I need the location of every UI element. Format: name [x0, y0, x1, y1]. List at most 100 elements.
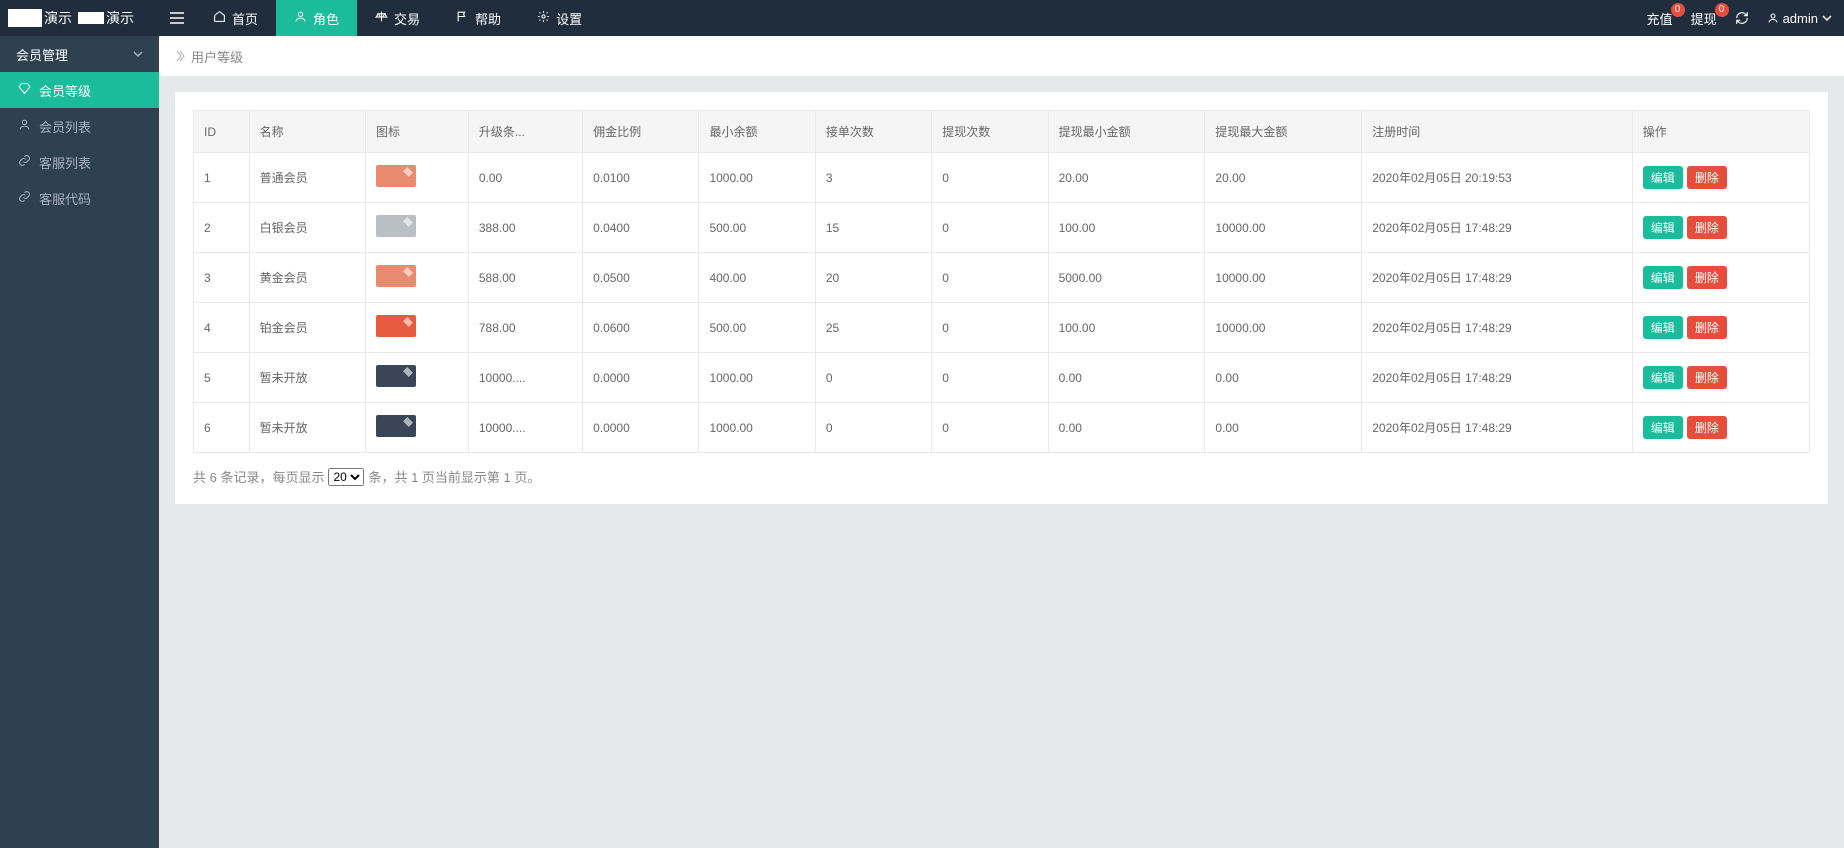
- cell-icon: [366, 303, 469, 353]
- nav-item-1[interactable]: 角色: [276, 0, 357, 36]
- th-8: 提现最小金额: [1048, 111, 1205, 153]
- cell-reg: 2020年02月05日 17:48:29: [1362, 203, 1633, 253]
- cell-actions: 编辑删除: [1632, 203, 1809, 253]
- pager-suffix: 条，共 1 页当前显示第 1 页。: [368, 467, 540, 486]
- level-card-icon: [376, 165, 416, 187]
- cell-reg: 2020年02月05日 17:48:29: [1362, 403, 1633, 453]
- sidebar: 会员管理 会员等级会员列表客服列表客服代码: [0, 36, 159, 848]
- edit-button[interactable]: 编辑: [1643, 316, 1683, 339]
- nav-item-4[interactable]: 设置: [519, 0, 600, 36]
- edit-button[interactable]: 编辑: [1643, 216, 1683, 239]
- delete-button[interactable]: 删除: [1687, 166, 1727, 189]
- edit-button[interactable]: 编辑: [1643, 366, 1683, 389]
- th-9: 提现最大金额: [1205, 111, 1362, 153]
- cell-orders: 25: [815, 303, 931, 353]
- cell-reg: 2020年02月05日 17:48:29: [1362, 253, 1633, 303]
- cell-wmax: 10000.00: [1205, 303, 1362, 353]
- user-menu[interactable]: admin: [1767, 11, 1832, 26]
- nav-label: 角色: [313, 9, 339, 28]
- cell-name: 暂未开放: [249, 403, 365, 453]
- cell-id: 5: [194, 353, 250, 403]
- cell-withdraws: 0: [932, 253, 1048, 303]
- nav-item-3[interactable]: 帮助: [438, 0, 519, 36]
- cell-name: 黄金会员: [249, 253, 365, 303]
- delete-button[interactable]: 删除: [1687, 416, 1727, 439]
- cell-withdraws: 0: [932, 403, 1048, 453]
- th-11: 操作: [1632, 111, 1809, 153]
- breadcrumb-text: 用户等级: [191, 47, 243, 66]
- cell-upgrade: 10000....: [468, 353, 582, 403]
- level-card-icon: [376, 365, 416, 387]
- sidebar-item-3[interactable]: 客服代码: [0, 180, 159, 216]
- cell-wmax: 20.00: [1205, 153, 1362, 203]
- breadcrumb: 用户等级: [159, 36, 1844, 76]
- nav-item-0[interactable]: 首页: [195, 0, 276, 36]
- cell-name: 暂未开放: [249, 353, 365, 403]
- th-4: 佣金比例: [583, 111, 699, 153]
- nav-label: 设置: [556, 9, 582, 28]
- edit-button[interactable]: 编辑: [1643, 166, 1683, 189]
- cell-wmin: 0.00: [1048, 403, 1205, 453]
- cell-name: 白银会员: [249, 203, 365, 253]
- sidebar-group-members[interactable]: 会员管理: [0, 36, 159, 72]
- cell-wmax: 0.00: [1205, 353, 1362, 403]
- flag-icon: [456, 10, 469, 26]
- delete-button[interactable]: 删除: [1687, 366, 1727, 389]
- cell-minbal: 500.00: [699, 203, 815, 253]
- th-3: 升级条...: [468, 111, 582, 153]
- delete-button[interactable]: 删除: [1687, 266, 1727, 289]
- user-level-table: ID名称图标升级条...佣金比例最小余额接单次数提现次数提现最小金额提现最大金额…: [193, 110, 1810, 453]
- cell-upgrade: 388.00: [468, 203, 582, 253]
- level-card-icon: [376, 215, 416, 237]
- table-row: 6暂未开放10000....0.00001000.00000.000.00202…: [194, 403, 1810, 453]
- recharge-label: 充值: [1647, 9, 1673, 28]
- nav-label: 帮助: [475, 9, 501, 28]
- username: admin: [1783, 11, 1818, 26]
- user-icon: [1767, 12, 1779, 24]
- cell-wmax: 10000.00: [1205, 253, 1362, 303]
- cell-wmin: 5000.00: [1048, 253, 1205, 303]
- table-row: 2白银会员388.000.0400500.00150100.0010000.00…: [194, 203, 1810, 253]
- level-card-icon: [376, 415, 416, 437]
- pager-prefix: 共 6 条记录，每页显示: [193, 467, 324, 486]
- cell-commission: 0.0100: [583, 153, 699, 203]
- user-icon: [18, 118, 31, 134]
- hamburger-icon[interactable]: [159, 0, 195, 36]
- cell-orders: 20: [815, 253, 931, 303]
- recharge-link[interactable]: 充值 0: [1647, 9, 1673, 28]
- sidebar-item-label: 会员等级: [39, 81, 91, 100]
- refresh-icon[interactable]: [1735, 11, 1749, 25]
- cell-upgrade: 788.00: [468, 303, 582, 353]
- page-size-select[interactable]: 20: [328, 468, 364, 486]
- th-5: 最小余额: [699, 111, 815, 153]
- edit-button[interactable]: 编辑: [1643, 416, 1683, 439]
- cell-commission: 0.0500: [583, 253, 699, 303]
- withdraw-link[interactable]: 提现 0: [1691, 9, 1717, 28]
- table-row: 4铂金会员788.000.0600500.00250100.0010000.00…: [194, 303, 1810, 353]
- sidebar-group-label: 会员管理: [16, 45, 68, 64]
- cell-icon: [366, 153, 469, 203]
- cell-withdraws: 0: [932, 353, 1048, 403]
- edit-button[interactable]: 编辑: [1643, 266, 1683, 289]
- cell-name: 普通会员: [249, 153, 365, 203]
- cell-id: 6: [194, 403, 250, 453]
- th-2: 图标: [366, 111, 469, 153]
- cell-id: 1: [194, 153, 250, 203]
- cell-id: 2: [194, 203, 250, 253]
- chevron-down-icon: [133, 49, 143, 59]
- cell-commission: 0.0000: [583, 403, 699, 453]
- cell-upgrade: 0.00: [468, 153, 582, 203]
- cell-wmin: 100.00: [1048, 203, 1205, 253]
- gear-icon: [537, 10, 550, 26]
- delete-button[interactable]: 删除: [1687, 316, 1727, 339]
- cell-commission: 0.0000: [583, 353, 699, 403]
- sidebar-item-0[interactable]: 会员等级: [0, 72, 159, 108]
- brand-text1: 演示: [44, 8, 72, 28]
- delete-button[interactable]: 删除: [1687, 216, 1727, 239]
- user-icon: [294, 10, 307, 26]
- sidebar-item-1[interactable]: 会员列表: [0, 108, 159, 144]
- th-1: 名称: [249, 111, 365, 153]
- cell-minbal: 1000.00: [699, 403, 815, 453]
- sidebar-item-2[interactable]: 客服列表: [0, 144, 159, 180]
- nav-item-2[interactable]: 交易: [357, 0, 438, 36]
